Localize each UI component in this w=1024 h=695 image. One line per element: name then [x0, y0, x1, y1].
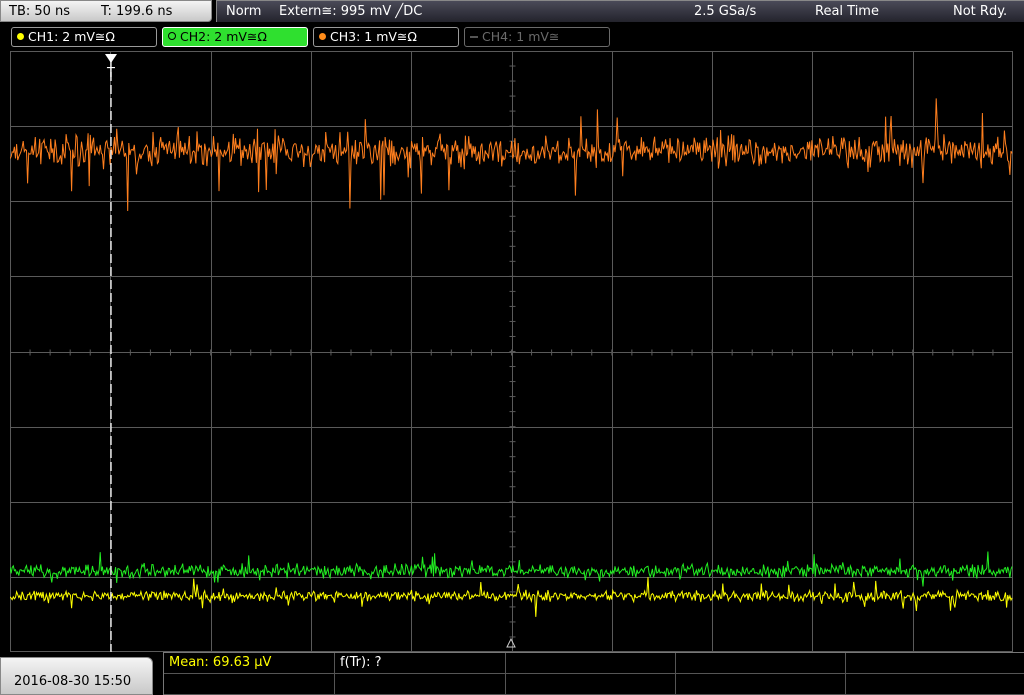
trigger-marker-label: T — [106, 66, 115, 81]
measurement-panel[interactable]: Mean: 69.63 µV f(Tr): ? — [163, 652, 1024, 695]
timebase-box[interactable]: TB: 50 ns T: 199.6 ns — [0, 0, 212, 22]
ch1-waveform — [10, 577, 1013, 617]
waveform-display[interactable]: T — [10, 51, 1013, 652]
ch3-dot-icon — [319, 33, 326, 40]
channel-tab-ch3[interactable]: CH3: 1 mV≅Ω — [313, 27, 459, 47]
channel-label: CH3: 1 mV≅Ω — [330, 29, 417, 44]
channel-label: CH1: 2 mV≅Ω — [28, 29, 115, 44]
channel-label: CH4: 1 mV≅ — [482, 29, 560, 44]
acquisition-mode: Real Time — [815, 4, 879, 19]
channel-tab-ch1[interactable]: CH1: 2 mV≅Ω — [11, 27, 157, 47]
measurement-slot-10[interactable] — [846, 674, 1024, 695]
measurement-slot-8[interactable] — [506, 674, 676, 695]
ch2-dot-icon — [168, 32, 176, 40]
measurement-slot-7[interactable] — [335, 674, 506, 695]
trigger-mode: Norm — [226, 4, 262, 19]
measurement-mean[interactable]: Mean: 69.63 µV — [164, 653, 335, 674]
top-status-bar: TB: 50 ns T: 199.6 ns Norm Extern≅: 995 … — [0, 0, 1024, 24]
sample-rate: 2.5 GSa/s — [694, 4, 757, 19]
measurement-slot-4[interactable] — [676, 653, 846, 674]
measurement-slot-9[interactable] — [676, 674, 846, 695]
trigger-time-label: T: 199.6 ns — [101, 4, 173, 19]
ch4-off-icon — [470, 36, 478, 38]
datetime-box: 2016-08-30 15:50 — [0, 657, 153, 695]
measurement-slot-6[interactable] — [164, 674, 335, 695]
measurement-slot-3[interactable] — [506, 653, 676, 674]
measurement-freq[interactable]: f(Tr): ? — [335, 653, 506, 674]
channel-tab-ch4[interactable]: CH4: 1 mV≅ — [464, 27, 610, 47]
oscilloscope-screen: TB: 50 ns T: 199.6 ns Norm Extern≅: 995 … — [0, 0, 1024, 695]
ch1-dot-icon — [17, 33, 24, 40]
trigger-source: Extern≅: 995 mV ╱DC — [279, 4, 423, 19]
channel-label: CH2: 2 mV≅Ω — [180, 29, 267, 44]
waveform-canvas: T — [10, 51, 1013, 652]
ch3-waveform — [10, 98, 1013, 212]
trigger-arrow-icon — [105, 54, 117, 63]
ch2-waveform — [10, 551, 1013, 587]
acquisition-status-bar[interactable]: Norm Extern≅: 995 mV ╱DC 2.5 GSa/s Real … — [216, 0, 1024, 22]
datetime-label: 2016-08-30 15:50 — [14, 674, 132, 689]
trigger-level-marker-icon — [506, 637, 516, 648]
timebase-label: TB: 50 ns — [9, 4, 71, 19]
channel-tab-ch2[interactable]: CH2: 2 mV≅Ω — [162, 27, 308, 47]
run-state: Not Rdy. — [953, 4, 1008, 19]
measurement-slot-5[interactable] — [846, 653, 1024, 674]
